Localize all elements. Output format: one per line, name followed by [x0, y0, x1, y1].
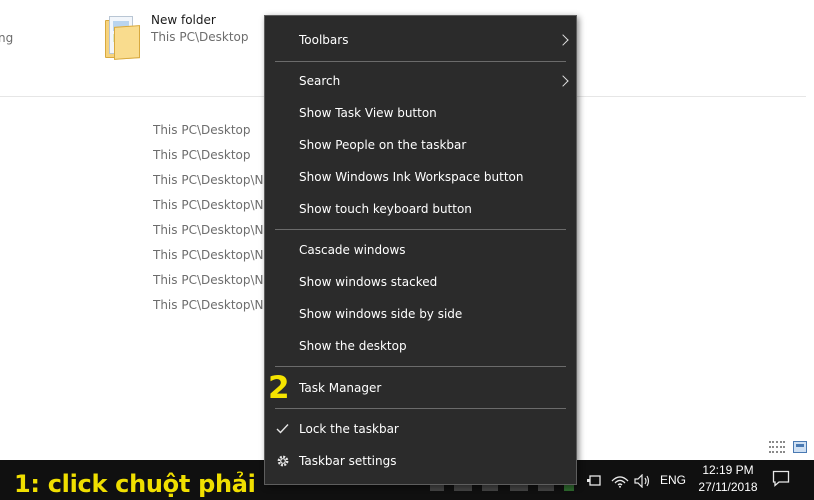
volume-icon[interactable] — [634, 474, 652, 488]
clock[interactable]: 12:19 PM 27/11/2018 — [694, 462, 762, 496]
large-icons-view-icon[interactable] — [793, 441, 807, 453]
truncated-label: ng — [0, 31, 14, 45]
wifi-icon[interactable] — [611, 474, 629, 488]
menu-item-label: Search — [299, 74, 341, 88]
list-item[interactable]: This PC\Desktop\New — [153, 223, 266, 248]
menu-item-label: Show windows side by side — [299, 307, 463, 321]
menu-item-label: Task Manager — [299, 381, 382, 395]
list-item[interactable]: This PC\Desktop\New — [153, 198, 266, 223]
gear-icon — [277, 455, 289, 467]
clock-time: 12:19 PM — [702, 463, 754, 477]
menu-separator — [275, 229, 566, 230]
menu-separator — [275, 61, 566, 62]
menu-item-taskbar-settings[interactable]: Taskbar settings — [265, 445, 576, 477]
menu-separator — [275, 408, 566, 409]
menu-item-side-by-side[interactable]: Show windows side by side — [265, 298, 576, 330]
menu-item-lock-taskbar[interactable]: Lock the taskbar — [265, 413, 576, 445]
list-item[interactable]: This PC\Desktop\New — [153, 298, 266, 323]
chevron-right-icon — [557, 75, 569, 87]
list-item[interactable]: This PC\Desktop\New — [153, 248, 266, 273]
instruction-step-1: 1: click chuột phải — [14, 470, 256, 498]
menu-item-people[interactable]: Show People on the taskbar — [265, 129, 576, 161]
menu-item-touch-keyboard[interactable]: Show touch keyboard button — [265, 193, 576, 225]
recent-folder-path: This PC\Desktop — [151, 30, 249, 44]
menu-item-search[interactable]: Search — [265, 65, 576, 97]
language-indicator[interactable]: ENG — [660, 473, 686, 487]
view-toggle — [769, 441, 807, 453]
menu-item-label: Show touch keyboard button — [299, 202, 472, 216]
menu-item-label: Show Task View button — [299, 106, 437, 120]
path-column: This PC\Desktop This PC\Desktop This PC\… — [153, 123, 266, 323]
action-center-icon[interactable] — [772, 470, 790, 487]
recent-folder-name[interactable]: New folder — [151, 13, 216, 27]
menu-item-label: Cascade windows — [299, 243, 406, 257]
menu-item-label: Lock the taskbar — [299, 422, 399, 436]
list-item[interactable]: This PC\Desktop\New — [153, 173, 266, 198]
instruction-step-2: 2 — [268, 370, 290, 406]
menu-item-cascade[interactable]: Cascade windows — [265, 234, 576, 266]
details-view-icon[interactable] — [769, 441, 785, 453]
check-icon — [276, 424, 289, 434]
menu-item-ink-workspace[interactable]: Show Windows Ink Workspace button — [265, 161, 576, 193]
power-icon[interactable] — [586, 474, 602, 488]
chevron-right-icon — [557, 34, 569, 46]
menu-item-stacked[interactable]: Show windows stacked — [265, 266, 576, 298]
clock-date: 27/11/2018 — [698, 480, 758, 494]
menu-item-label: Show Windows Ink Workspace button — [299, 170, 524, 184]
menu-item-label: Toolbars — [299, 33, 349, 47]
menu-item-show-desktop[interactable]: Show the desktop — [265, 330, 576, 362]
menu-item-task-manager[interactable]: Task Manager — [265, 372, 576, 404]
menu-item-label: Show the desktop — [299, 339, 407, 353]
list-item[interactable]: This PC\Desktop — [153, 148, 266, 173]
menu-item-label: Show People on the taskbar — [299, 138, 467, 152]
menu-item-label: Taskbar settings — [299, 454, 397, 468]
taskbar-context-menu: Toolbars Search Show Task View button Sh… — [264, 15, 577, 485]
list-item[interactable]: This PC\Desktop — [153, 123, 266, 148]
menu-separator — [275, 366, 566, 367]
list-item[interactable]: This PC\Desktop\New — [153, 273, 266, 298]
menu-item-label: Show windows stacked — [299, 275, 438, 289]
folder-icon[interactable] — [105, 16, 140, 60]
menu-item-task-view[interactable]: Show Task View button — [265, 97, 576, 129]
menu-item-toolbars[interactable]: Toolbars — [265, 24, 576, 56]
